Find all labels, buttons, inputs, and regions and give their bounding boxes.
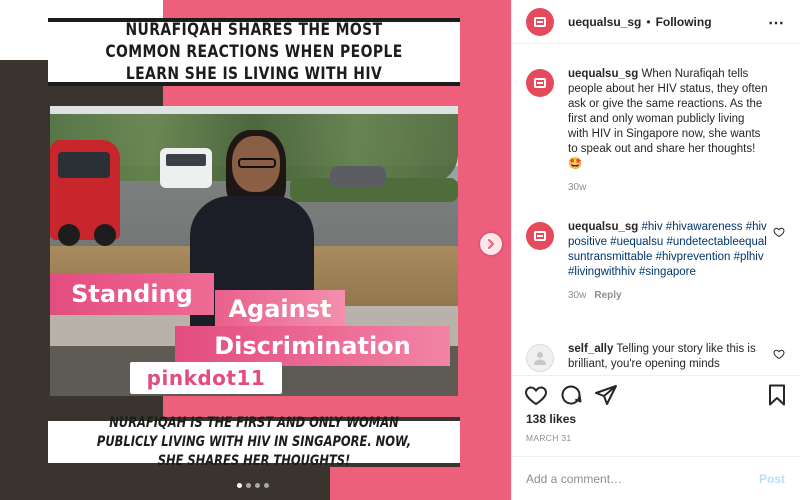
caption-body: uequalsu_sg When Nurafiqah tells people … [568, 67, 768, 195]
caption-meta: 30w [568, 180, 768, 195]
carousel-dot [237, 483, 242, 488]
photo-grey-car [330, 166, 386, 188]
caption-row: uequalsu_sg When Nurafiqah tells people … [526, 67, 791, 195]
banner-standing: Standing [50, 273, 214, 315]
comment-icon[interactable] [559, 383, 583, 407]
post-media[interactable]: NURAFIQAH SHARES THE MOST COMMON REACTIO… [0, 0, 511, 500]
comment-age[interactable]: 30w [568, 290, 586, 301]
following-status[interactable]: Following [656, 15, 712, 29]
banner-standing-text: Standing [71, 280, 193, 308]
comment-like-heart-icon[interactable] [773, 226, 785, 238]
profile-logo-icon [534, 231, 546, 241]
heart-icon[interactable] [524, 383, 548, 407]
carousel-dot [246, 483, 251, 488]
pinkdot-logo: pinkdot11 [130, 362, 282, 394]
likes-count[interactable]: 138 likes [526, 412, 576, 426]
person-silhouette-icon [534, 352, 546, 365]
comment-input[interactable] [526, 471, 746, 486]
banner-against: Against [215, 290, 345, 328]
carousel-next-button[interactable] [480, 233, 502, 255]
header-username[interactable]: uequalsu_sg [568, 15, 641, 29]
more-options-icon[interactable]: ⋯ [768, 13, 785, 33]
bottom-caption-box: NURAFIQAH IS THE FIRST AND ONLY WOMAN PU… [48, 415, 460, 469]
post-comment-button[interactable]: Post [759, 472, 785, 486]
comment-body: uequalsu_sg #hiv #hivawareness #hivposit… [568, 220, 768, 303]
photo-red-car [50, 140, 120, 246]
avatar[interactable] [526, 222, 554, 250]
comment-row: self_ally Telling your story like this i… [526, 342, 791, 372]
comment-username[interactable]: self_ally [568, 343, 613, 355]
comment-row: uequalsu_sg #hiv #hivawareness #hivposit… [526, 220, 791, 303]
comment-meta: 30w Reply [568, 288, 768, 303]
add-comment-bar: Post [512, 456, 800, 500]
comment-like-heart-icon[interactable] [773, 348, 785, 360]
caption-username[interactable]: uequalsu_sg [568, 68, 638, 80]
photo-person-glasses [238, 158, 276, 168]
post-header: uequalsu_sg • Following ⋯ [512, 0, 800, 44]
avatar[interactable] [526, 7, 554, 36]
profile-logo-icon [534, 16, 546, 27]
photo-white-van [160, 148, 212, 188]
headline-text: NURAFIQAH SHARES THE MOST COMMON REACTIO… [105, 20, 403, 84]
avatar[interactable] [526, 69, 554, 97]
bookmark-icon[interactable] [765, 383, 789, 407]
carousel-dot [264, 483, 269, 488]
post-date[interactable]: MARCH 31 [526, 433, 571, 443]
comment-body: self_ally Telling your story like this i… [568, 342, 768, 372]
post-side-panel: uequalsu_sg • Following ⋯ uequalsu_sg Wh… [511, 0, 800, 500]
header-separator: • [646, 14, 651, 29]
banner-against-text: Against [228, 295, 332, 323]
carousel-dot [255, 483, 260, 488]
headline-box: NURAFIQAH SHARES THE MOST COMMON REACTIO… [48, 18, 460, 86]
caption-text: When Nurafiqah tells people about her HI… [568, 68, 768, 170]
chevron-right-icon [488, 239, 495, 249]
post-actions [512, 375, 800, 411]
bottom-caption-text: NURAFIQAH IS THE FIRST AND ONLY WOMAN PU… [96, 414, 412, 469]
pinkdot-logo-text: pinkdot11 [146, 366, 266, 390]
share-icon[interactable] [594, 383, 618, 407]
caption-age[interactable]: 30w [568, 182, 586, 193]
comments-list[interactable]: uequalsu_sg When Nurafiqah tells people … [512, 45, 800, 375]
avatar[interactable] [526, 344, 554, 372]
carousel-dots [237, 483, 269, 488]
comment-username[interactable]: uequalsu_sg [568, 221, 638, 233]
reply-button[interactable]: Reply [594, 290, 621, 301]
banner-discrimination-text: Discrimination [214, 332, 411, 360]
profile-logo-icon [534, 78, 546, 88]
banner-discrimination: Discrimination [175, 326, 450, 366]
